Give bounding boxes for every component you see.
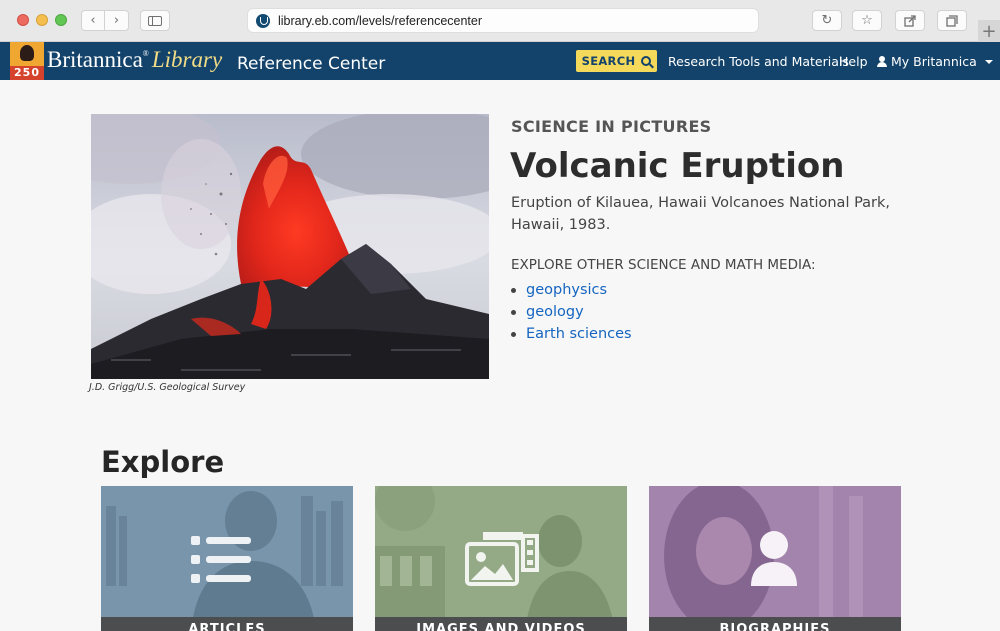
my-britannica-label: My Britannica bbox=[891, 54, 977, 69]
image-caption: Eruption of Kilauea, Hawaii Volcanoes Na… bbox=[511, 195, 891, 233]
address-bar[interactable]: library.eb.com/levels/referencecenter bbox=[247, 8, 759, 33]
zoom-window-button[interactable] bbox=[55, 14, 67, 26]
explore-card-articles[interactable]: ARTICLES bbox=[101, 486, 353, 631]
new-tab-button[interactable]: + bbox=[978, 20, 1000, 42]
card-label: IMAGES AND VIDEOS bbox=[375, 617, 627, 631]
topic-link-earth-sciences[interactable]: Earth sciences bbox=[526, 326, 632, 342]
section-kicker: SCIENCE IN PICTURES bbox=[511, 117, 712, 136]
forward-button[interactable]: › bbox=[105, 10, 129, 31]
back-button[interactable]: ‹ bbox=[81, 10, 105, 31]
reload-icon: ↻ bbox=[821, 13, 833, 28]
search-button[interactable]: SEARCH bbox=[576, 50, 657, 72]
star-icon: ☆ bbox=[861, 13, 873, 28]
related-media-heading: EXPLORE OTHER SCIENCE AND MATH MEDIA: bbox=[511, 257, 816, 273]
list-item: geology bbox=[511, 301, 632, 323]
related-topic-list: geophysics geology Earth sciences bbox=[511, 279, 632, 345]
user-icon bbox=[877, 56, 887, 67]
brand-section: Reference Center bbox=[237, 54, 386, 74]
explore-heading: Explore bbox=[101, 445, 225, 479]
plus-icon: + bbox=[981, 20, 997, 42]
explore-card-biographies[interactable]: BIOGRAPHIES bbox=[649, 486, 901, 631]
chevron-down-icon bbox=[984, 59, 993, 64]
url-text: library.eb.com/levels/referencecenter bbox=[278, 13, 483, 28]
bullet-icon bbox=[511, 331, 516, 337]
minimize-window-button[interactable] bbox=[36, 14, 48, 26]
registered-mark: ® bbox=[142, 49, 149, 58]
explore-card-images-videos[interactable]: IMAGES AND VIDEOS bbox=[375, 486, 627, 631]
forward-icon: › bbox=[113, 13, 120, 28]
volcano-photo[interactable] bbox=[91, 114, 489, 379]
site-header: 250 Britannica® Library Reference Center … bbox=[0, 42, 1000, 80]
photo-credit: J.D. Grigg/U.S. Geological Survey bbox=[89, 382, 246, 393]
logo-number: 250 bbox=[14, 66, 40, 79]
bullet-icon bbox=[511, 309, 516, 315]
brand-logo[interactable]: Britannica® Library bbox=[47, 47, 222, 73]
card-label: ARTICLES bbox=[101, 617, 353, 631]
card-label: BIOGRAPHIES bbox=[649, 617, 901, 631]
browser-toolbar: ‹ › library.eb.com/levels/referencecente… bbox=[0, 0, 1000, 42]
topic-link-geophysics[interactable]: geophysics bbox=[526, 282, 607, 298]
media-icon bbox=[465, 532, 539, 586]
thistle-icon bbox=[20, 45, 34, 61]
my-britannica-menu[interactable]: My Britannica bbox=[877, 54, 993, 69]
tab-overview-button[interactable] bbox=[937, 10, 967, 31]
nav-research-tools[interactable]: Research Tools and Materials bbox=[668, 54, 849, 69]
list-item: Earth sciences bbox=[511, 323, 632, 345]
share-button[interactable] bbox=[895, 10, 925, 31]
person-icon bbox=[751, 531, 797, 586]
reload-button[interactable]: ↻ bbox=[812, 10, 842, 31]
bullet-icon bbox=[511, 287, 516, 293]
share-icon bbox=[904, 14, 916, 27]
close-window-button[interactable] bbox=[17, 14, 29, 26]
search-label: SEARCH bbox=[581, 54, 636, 68]
list-item: geophysics bbox=[511, 279, 632, 301]
bookmark-button[interactable]: ☆ bbox=[852, 10, 882, 31]
brand-library: Library bbox=[151, 47, 223, 72]
site-favicon-icon bbox=[256, 13, 270, 28]
back-icon: ‹ bbox=[90, 13, 96, 28]
sidebar-icon bbox=[148, 15, 162, 26]
britannica-250-logo[interactable]: 250 bbox=[10, 42, 44, 80]
list-icon bbox=[191, 536, 251, 583]
brand-name: Britannica bbox=[47, 47, 143, 72]
page-title: Volcanic Eruption bbox=[510, 146, 845, 186]
tabs-icon bbox=[946, 14, 958, 27]
topic-link-geology[interactable]: geology bbox=[526, 304, 584, 320]
nav-help[interactable]: Help bbox=[839, 54, 868, 69]
search-icon bbox=[641, 56, 652, 66]
sidebar-toggle-button[interactable] bbox=[140, 10, 170, 31]
